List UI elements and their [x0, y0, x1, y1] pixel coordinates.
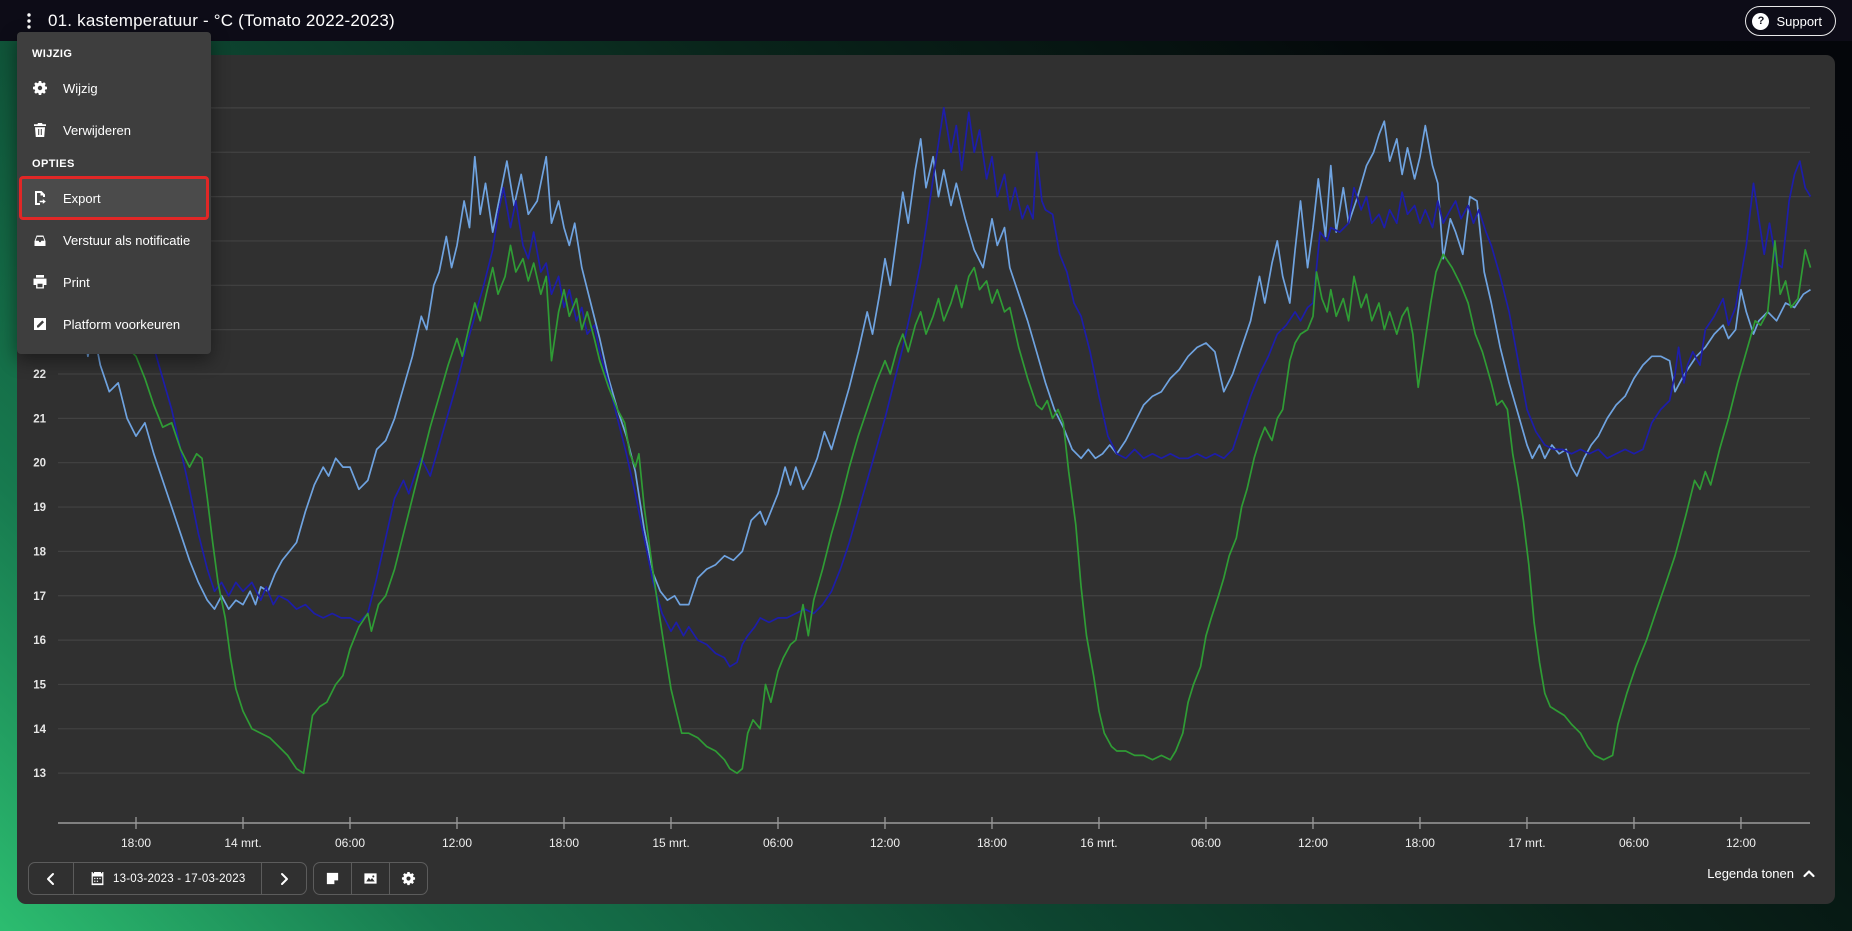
x-tick-label: 18:00: [977, 836, 1007, 850]
x-tick-label: 12:00: [442, 836, 472, 850]
menu-item-platform-voorkeuren[interactable]: Platform voorkeuren: [17, 303, 211, 345]
x-tick-label: 17 mrt.: [1508, 836, 1545, 850]
support-button[interactable]: ? Support: [1745, 6, 1836, 36]
menu-item-label: Platform voorkeuren: [63, 317, 180, 332]
menu-section-opties: OPTIES: [17, 151, 211, 177]
prev-period-button[interactable]: [29, 863, 73, 894]
y-tick-label: 18: [33, 546, 46, 558]
next-period-button[interactable]: [261, 863, 306, 894]
chart-tools-group: [313, 862, 428, 895]
x-tick-label: 16 mrt.: [1080, 836, 1117, 850]
print-icon: [32, 274, 48, 290]
y-tick-label: 15: [33, 679, 46, 691]
legend-toggle-label: Legenda tonen: [1707, 866, 1794, 881]
menu-item-print[interactable]: Print: [17, 261, 211, 303]
x-tick-label: 12:00: [1298, 836, 1328, 850]
x-tick-label: 06:00: [1191, 836, 1221, 850]
menu-item-verstuur-als-notificatie[interactable]: Verstuur als notificatie: [17, 219, 211, 261]
chart-settings-button[interactable]: [389, 863, 427, 894]
gear-icon: [32, 80, 48, 96]
question-icon: ?: [1752, 13, 1769, 30]
page-title: 01. kastemperatuur - °C (Tomato 2022-202…: [48, 11, 395, 31]
y-tick-label: 20: [33, 458, 46, 470]
temperature-chart[interactable]: 13 14 15 16 17 18 19 20 21 22 18:00 14 mrt. 06:00 12:…: [0, 0, 1852, 931]
x-tick-label: 12:00: [870, 836, 900, 850]
menu-item-label: Export: [63, 191, 101, 206]
series-navy: [58, 108, 1811, 667]
x-tick-label: 18:00: [1405, 836, 1435, 850]
y-tick-label: 13: [33, 768, 46, 780]
x-tick-label: 15 mrt.: [652, 836, 689, 850]
menu-item-label: Print: [63, 275, 90, 290]
menu-item-label: Verstuur als notificatie: [63, 233, 190, 248]
support-label: Support: [1776, 14, 1822, 29]
y-tick-label: 19: [33, 502, 46, 514]
y-tick-label: 16: [33, 635, 46, 647]
x-tick-label: 18:00: [121, 836, 151, 850]
header-bar: 01. kastemperatuur - °C (Tomato 2022-202…: [0, 0, 1852, 41]
image-icon: [363, 871, 378, 886]
app-window: 13 14 15 16 17 18 19 20 21 22 18:00 14 mrt. 06:00 12:…: [0, 0, 1852, 931]
chevron-up-icon: [1802, 867, 1816, 881]
menu-item-wijzig[interactable]: Wijzig: [17, 67, 211, 109]
gear-icon: [401, 871, 416, 886]
y-tick-label: 21: [33, 413, 46, 425]
x-tick-label: 12:00: [1726, 836, 1756, 850]
menu-item-label: Verwijderen: [63, 123, 131, 138]
calendar-icon: [90, 871, 105, 886]
menu-section-wijzig: WIJZIG: [17, 41, 211, 67]
y-tick-label: 14: [33, 724, 46, 736]
legend-toggle[interactable]: Legenda tonen: [1707, 866, 1816, 881]
chart-toolbar: 13-03-2023 - 17-03-2023: [28, 862, 428, 895]
x-tick-label: 06:00: [335, 836, 365, 850]
menu-item-label: Wijzig: [63, 81, 98, 96]
preferences-icon: [32, 316, 48, 332]
x-tick-label: 06:00: [1619, 836, 1649, 850]
menu-item-export[interactable]: Export: [20, 177, 208, 219]
x-tick-label: 06:00: [763, 836, 793, 850]
note-icon: [325, 871, 340, 886]
notification-icon: [32, 232, 48, 248]
x-tick-label: 18:00: [549, 836, 579, 850]
export-icon: [32, 190, 48, 206]
date-range-button[interactable]: 13-03-2023 - 17-03-2023: [73, 863, 261, 894]
kebab-menu-button[interactable]: [14, 6, 44, 36]
trash-icon: [32, 122, 48, 138]
x-tick-label: 14 mrt.: [224, 836, 261, 850]
menu-item-verwijderen[interactable]: Verwijderen: [17, 109, 211, 151]
y-tick-label: 22: [33, 369, 46, 381]
date-range-label: 13-03-2023 - 17-03-2023: [113, 873, 245, 885]
screenshot-button[interactable]: [351, 863, 389, 894]
series-lightblue: [58, 121, 1811, 609]
notes-button[interactable]: [314, 863, 351, 894]
context-menu: WIJZIG Wijzig Verwijderen OPTIES Export: [17, 32, 211, 354]
date-nav-group: 13-03-2023 - 17-03-2023: [28, 862, 307, 895]
y-tick-label: 17: [33, 591, 46, 603]
